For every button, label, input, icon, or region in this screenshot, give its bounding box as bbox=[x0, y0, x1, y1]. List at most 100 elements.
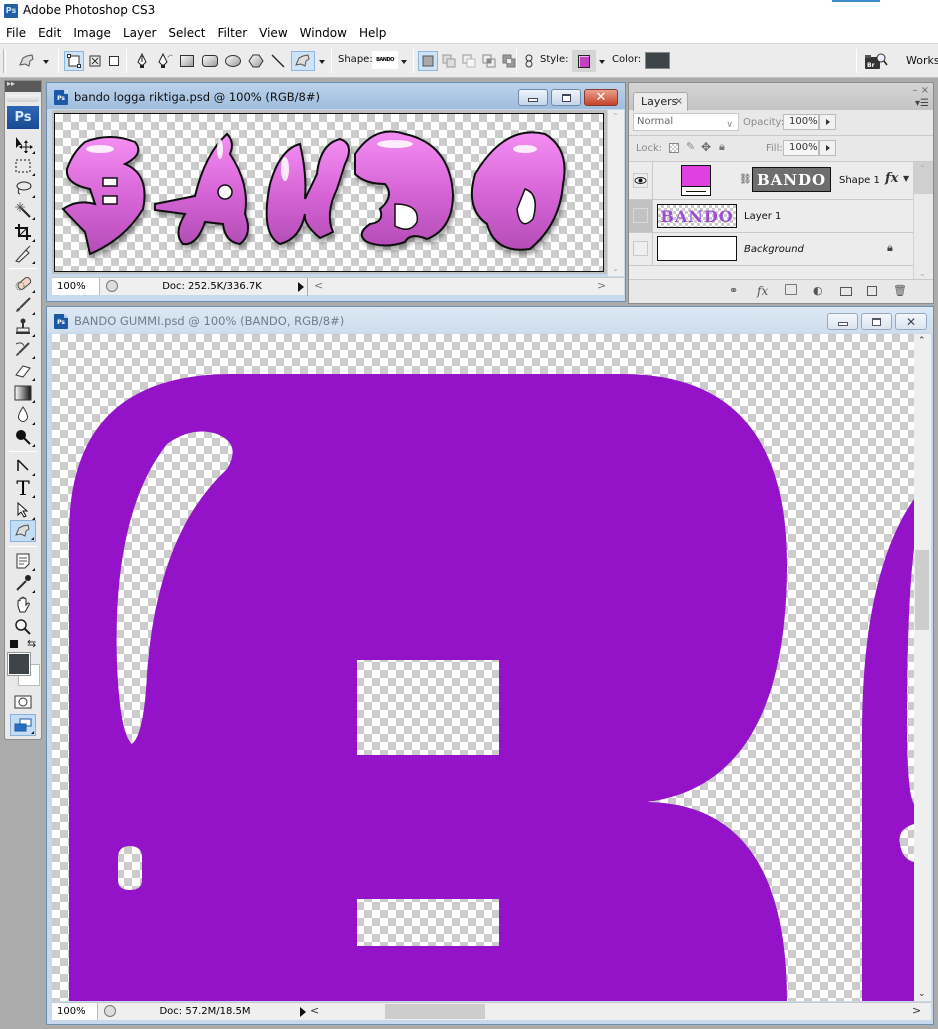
geometry-options-dropdown-icon[interactable] bbox=[319, 60, 325, 64]
layer-row-background[interactable]: Background 🔒︎ bbox=[629, 233, 913, 266]
menu-window[interactable]: Window bbox=[294, 22, 353, 43]
scroll-right-icon[interactable]: > bbox=[912, 1004, 921, 1017]
menu-file[interactable]: File bbox=[0, 22, 32, 43]
layer-name[interactable]: Background bbox=[744, 244, 804, 255]
freeform-pen-button[interactable] bbox=[156, 51, 176, 71]
toolbox-header[interactable]: ▸▸ bbox=[5, 79, 41, 92]
scroll-down-icon[interactable]: ⌄ bbox=[919, 269, 926, 278]
maximize-button[interactable] bbox=[861, 313, 892, 330]
custom-shape-tool[interactable] bbox=[10, 520, 36, 542]
gradient-tool[interactable] bbox=[10, 382, 36, 404]
zoom-level-field[interactable]: 100% bbox=[52, 278, 100, 295]
menu-edit[interactable]: Edit bbox=[32, 22, 67, 43]
brush-tool[interactable] bbox=[10, 294, 36, 316]
toolbox-grip[interactable] bbox=[7, 95, 39, 102]
layer-name[interactable]: Shape 1 bbox=[839, 175, 880, 186]
scroll-left-icon[interactable]: < bbox=[314, 279, 323, 292]
menu-help[interactable]: Help bbox=[353, 22, 392, 43]
expand-effects-icon[interactable]: ▼ bbox=[903, 174, 909, 183]
scroll-up-icon[interactable]: ⌃ bbox=[919, 164, 926, 173]
tool-preset-dropdown-icon[interactable] bbox=[43, 60, 49, 64]
rectangle-tool-button[interactable] bbox=[179, 51, 195, 71]
blend-mode-select[interactable]: Normal ∨ bbox=[633, 113, 739, 131]
scroll-up-icon[interactable]: ⌃ bbox=[918, 336, 926, 346]
fill-pixels-mode-button[interactable] bbox=[106, 51, 122, 71]
type-tool[interactable]: T bbox=[10, 477, 36, 499]
lock-image-icon[interactable]: ✎ bbox=[686, 140, 695, 153]
go-to-bridge-button[interactable]: Br bbox=[862, 51, 890, 71]
layer-thumbnail[interactable]: BANDO bbox=[657, 204, 737, 228]
style-picker[interactable] bbox=[572, 50, 596, 72]
path-selection-tool[interactable] bbox=[10, 455, 36, 477]
visibility-toggle[interactable] bbox=[629, 162, 653, 199]
vertical-scrollbar[interactable]: ⌃ ⌄ bbox=[914, 334, 931, 1001]
delete-layer-icon[interactable]: 🗑︎ bbox=[893, 284, 907, 297]
slice-tool[interactable] bbox=[10, 243, 36, 265]
pen-tool-button[interactable] bbox=[134, 51, 150, 71]
visibility-toggle[interactable] bbox=[629, 233, 653, 265]
menu-select[interactable]: Select bbox=[162, 22, 211, 43]
menu-view[interactable]: View bbox=[253, 22, 293, 43]
intersect-shape-areas-button[interactable] bbox=[480, 51, 498, 71]
status-menu-arrow[interactable] bbox=[298, 282, 304, 292]
menu-image[interactable]: Image bbox=[67, 22, 117, 43]
new-layer-icon[interactable] bbox=[867, 286, 877, 296]
collapse-toolbox-icon[interactable]: ▸▸ bbox=[7, 79, 15, 88]
lock-transparent-icon[interactable] bbox=[669, 143, 679, 153]
color-swatch[interactable] bbox=[645, 52, 670, 69]
minimize-button[interactable] bbox=[827, 313, 858, 330]
dodge-tool[interactable] bbox=[10, 426, 36, 448]
style-dropdown-icon[interactable] bbox=[599, 60, 605, 64]
blur-tool[interactable] bbox=[10, 404, 36, 426]
line-tool-button[interactable] bbox=[269, 51, 287, 71]
create-new-shape-layer-button[interactable] bbox=[418, 51, 438, 71]
crop-tool[interactable] bbox=[10, 221, 36, 243]
opacity-input[interactable]: 100% bbox=[783, 114, 836, 130]
workspace-menu[interactable]: Worksp bbox=[906, 54, 938, 67]
lock-all-icon[interactable]: 🔒︎ bbox=[719, 140, 725, 154]
shape-layers-mode-button[interactable] bbox=[64, 51, 84, 71]
move-tool[interactable] bbox=[10, 133, 36, 155]
subtract-shape-area-button[interactable] bbox=[460, 51, 478, 71]
tab-layers[interactable]: Layers × bbox=[633, 92, 688, 111]
new-adjustment-layer-icon[interactable]: ◐ bbox=[813, 284, 823, 297]
status-menu-arrow[interactable] bbox=[300, 1007, 306, 1017]
notes-tool[interactable] bbox=[10, 550, 36, 572]
foreground-color-swatch[interactable] bbox=[7, 652, 31, 676]
layer-row-shape-1[interactable]: ⛓︎ BANDO Shape 1 fx ▼ bbox=[629, 162, 913, 200]
close-tab-icon[interactable]: × bbox=[675, 93, 683, 110]
swap-colors-icon[interactable]: ⇆ bbox=[27, 637, 36, 650]
logo-canvas[interactable] bbox=[54, 113, 604, 272]
tool-preset-picker[interactable] bbox=[14, 51, 40, 71]
mask-link-icon[interactable]: ⛓︎ bbox=[739, 174, 752, 185]
horizontal-scroll-thumb[interactable] bbox=[385, 1004, 485, 1019]
scroll-up-icon[interactable]: ⌃ bbox=[612, 112, 619, 121]
add-layer-style-icon[interactable]: fx bbox=[757, 284, 768, 298]
add-to-shape-area-button[interactable] bbox=[440, 51, 458, 71]
main-canvas[interactable] bbox=[52, 334, 914, 1001]
direct-selection-tool[interactable] bbox=[10, 499, 36, 521]
link-layers-icon[interactable]: ⚭ bbox=[729, 284, 738, 297]
layer-fill-thumbnail[interactable] bbox=[681, 165, 711, 196]
lasso-tool[interactable] bbox=[10, 177, 36, 199]
lock-position-icon[interactable]: ✥ bbox=[701, 140, 711, 154]
layer-effects-icon[interactable]: fx bbox=[885, 171, 898, 186]
eyedropper-tool[interactable] bbox=[10, 572, 36, 594]
vector-mask-thumbnail[interactable]: BANDO bbox=[752, 167, 831, 192]
zoom-tool[interactable] bbox=[10, 616, 36, 638]
zoom-level-field[interactable]: 100% bbox=[52, 1003, 98, 1020]
scroll-down-icon[interactable]: ⌄ bbox=[612, 264, 619, 273]
panel-collapse-close-icon[interactable]: – × bbox=[912, 85, 929, 96]
layers-scrollbar[interactable]: ⌃ ⌄ bbox=[913, 162, 933, 280]
new-group-icon[interactable] bbox=[840, 287, 852, 296]
layer-name[interactable]: Layer 1 bbox=[744, 211, 781, 222]
layer-thumbnail[interactable] bbox=[657, 236, 737, 261]
link-style-button[interactable] bbox=[522, 51, 536, 71]
visibility-toggle[interactable] bbox=[629, 200, 653, 232]
rounded-rectangle-button[interactable] bbox=[201, 51, 219, 71]
close-button[interactable]: ✕ bbox=[584, 89, 618, 106]
layer-row-layer-1[interactable]: BANDO Layer 1 bbox=[629, 200, 913, 233]
scroll-down-icon[interactable]: ⌄ bbox=[918, 989, 926, 999]
paths-mode-button[interactable] bbox=[86, 51, 104, 71]
options-bar-grip[interactable] bbox=[3, 49, 6, 73]
